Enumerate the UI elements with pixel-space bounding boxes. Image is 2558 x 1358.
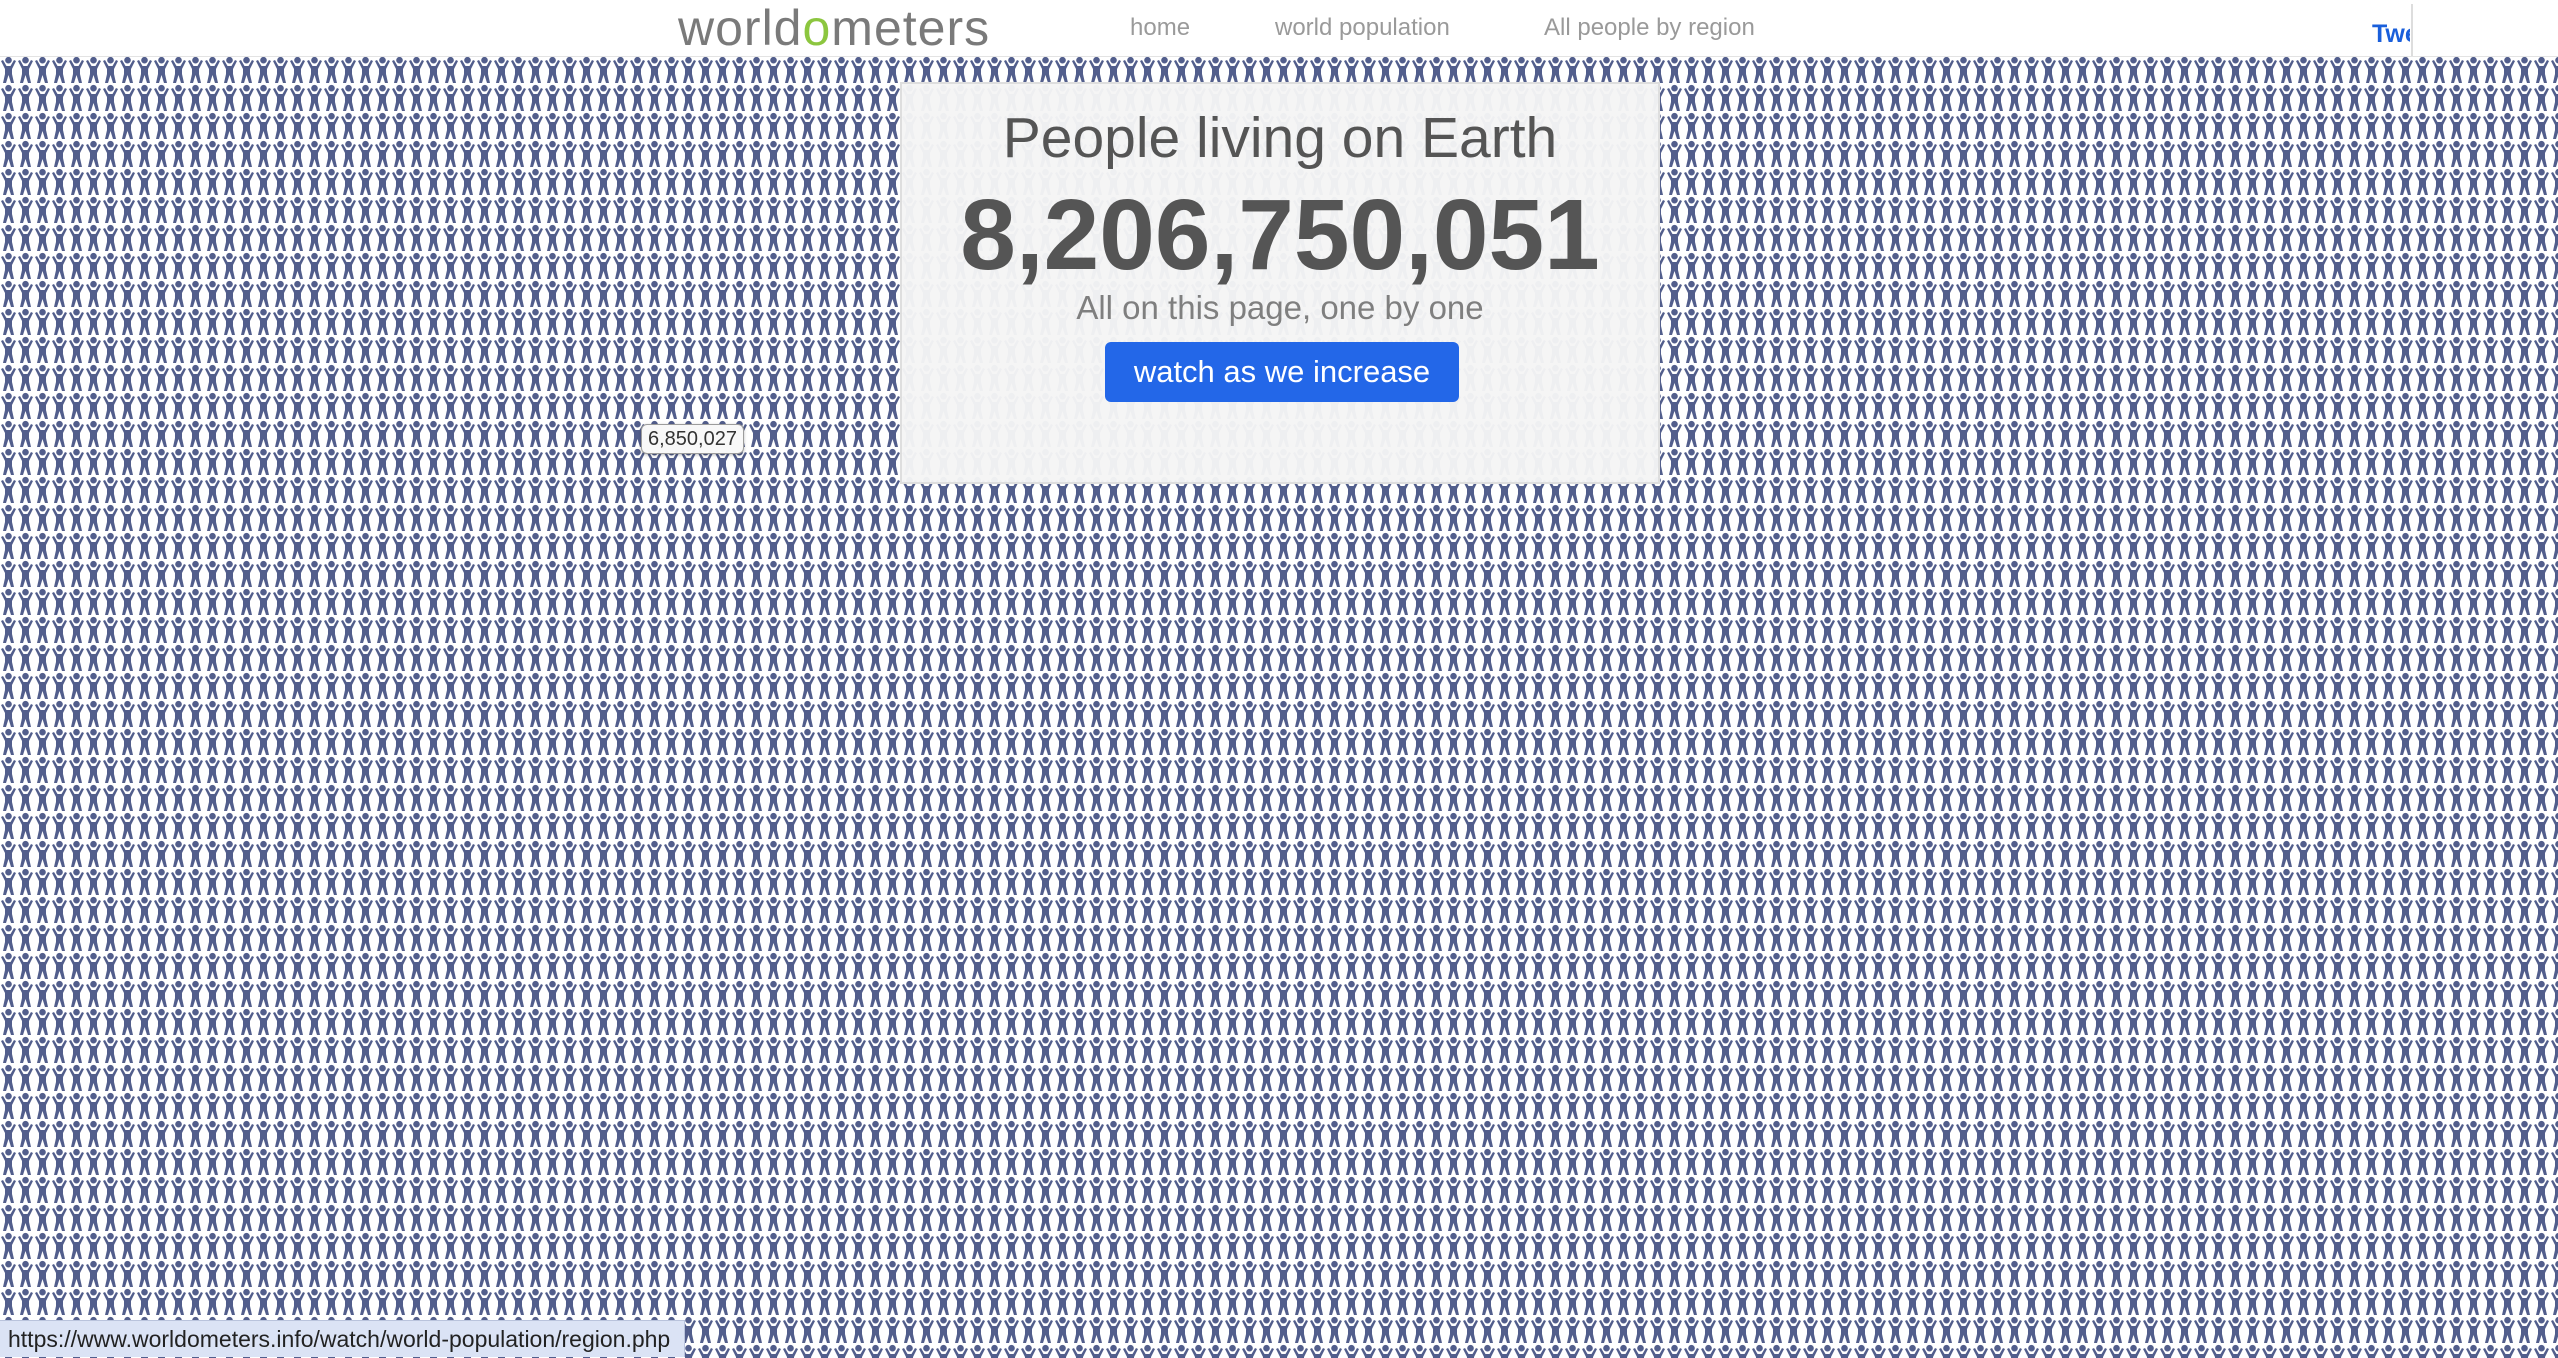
nav-all-people-by-region-link[interactable]: All people by region <box>1544 14 1755 42</box>
status-bar-url: https://www.worldometers.info/watch/worl… <box>0 1320 686 1357</box>
header-divider <box>2411 4 2413 56</box>
watch-increase-button[interactable]: watch as we increase <box>1105 342 1459 402</box>
page: worldometers home world population All p… <box>0 0 2558 1358</box>
logo-text-o: o <box>802 0 832 56</box>
population-panel: People living on Earth 8,206,750,051 All… <box>900 82 1660 484</box>
logo-text-suffix: meters <box>831 0 991 56</box>
panel-title: People living on Earth <box>1002 106 1558 170</box>
population-counter: 8,206,750,051 <box>960 179 1600 291</box>
site-header: worldometers home world population All p… <box>0 0 2558 57</box>
nav-home-link[interactable]: home <box>1130 14 1190 42</box>
worldometers-logo[interactable]: worldometers <box>678 2 990 54</box>
panel-subtitle: All on this page, one by one <box>1076 289 1484 326</box>
nav-world-population-link[interactable]: world population <box>1275 14 1450 42</box>
tweet-button[interactable]: Tweet <box>2372 20 2410 49</box>
logo-text-prefix: world <box>678 0 803 56</box>
person-number-tooltip: 6,850,027 <box>641 424 744 454</box>
